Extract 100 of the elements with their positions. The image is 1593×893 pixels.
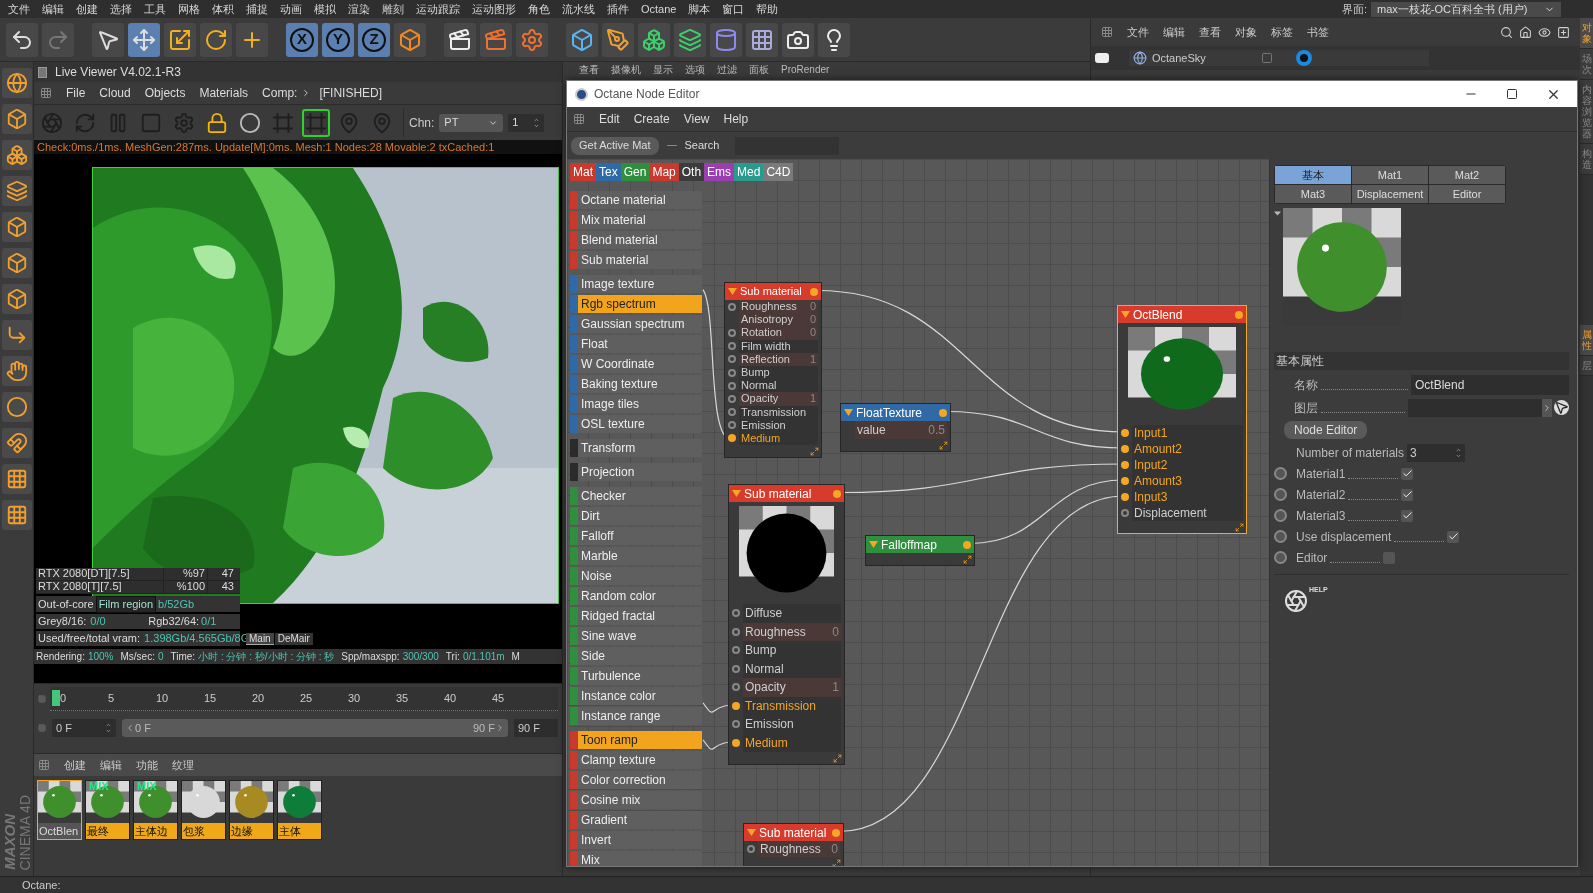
checkbox[interactable] — [1401, 488, 1414, 501]
node-type-item[interactable]: Side — [570, 647, 702, 665]
menu-item[interactable]: Objects — [144, 84, 186, 102]
panel-tab[interactable]: Mat1 — [1352, 166, 1428, 184]
home-icon[interactable] — [1519, 25, 1532, 39]
menu-item[interactable]: 对象 — [1235, 23, 1257, 41]
search-icon[interactable] — [1500, 25, 1513, 39]
menu-item[interactable]: 文件 — [1127, 23, 1149, 41]
output-socket[interactable] — [833, 489, 841, 498]
input-socket[interactable] — [728, 302, 736, 311]
node-type-item[interactable]: Mix material — [570, 211, 702, 229]
toolbar-button[interactable] — [92, 22, 124, 57]
input-socket[interactable] — [732, 720, 740, 729]
input-socket[interactable] — [1121, 477, 1129, 485]
output-socket[interactable] — [1235, 310, 1243, 319]
node-canvas[interactable] — [567, 159, 1269, 866]
tool-button[interactable] — [1, 68, 32, 98]
toolbar-button[interactable] — [602, 22, 634, 57]
menu-item[interactable]: 标签 — [1271, 23, 1293, 41]
panel-tab[interactable]: Mat3 — [1275, 185, 1351, 203]
panel-tab[interactable]: Mat2 — [1429, 166, 1505, 184]
side-tab[interactable]: 场次 — [1580, 49, 1593, 80]
view-tab[interactable]: Main — [246, 633, 274, 645]
category-tab[interactable]: Map — [649, 163, 679, 181]
node-editor-button[interactable]: Node Editor — [1284, 421, 1368, 439]
node-type-item[interactable]: Cosine mix — [570, 791, 702, 809]
toolbar-button[interactable] — [782, 22, 814, 57]
tool-button[interactable] — [1, 140, 32, 170]
visibility-icon[interactable] — [1261, 52, 1273, 64]
node-type-item[interactable]: Clamp texture — [570, 751, 702, 769]
material-thumbnail[interactable]: 边缘 — [229, 780, 274, 840]
input-socket[interactable] — [728, 421, 736, 430]
tool-button[interactable] — [1, 428, 32, 458]
maximize-icon[interactable] — [1506, 88, 1518, 100]
node-header[interactable]: OctBlend — [1118, 306, 1246, 323]
eye-icon[interactable] — [1538, 25, 1551, 39]
menu-item[interactable]: 书签 — [1307, 23, 1329, 41]
menu-item[interactable]: 查看 — [1199, 23, 1221, 41]
resize-icon[interactable] — [939, 441, 948, 450]
output-socket[interactable] — [832, 828, 840, 837]
input-socket[interactable] — [732, 738, 740, 747]
start-frame-field[interactable]: 0 F — [52, 719, 116, 737]
menu-item[interactable]: 创建 — [64, 756, 86, 774]
tool-button[interactable] — [1, 320, 32, 350]
node-type-item[interactable]: Falloff — [570, 527, 702, 545]
input-socket[interactable] — [747, 845, 755, 853]
menu-item[interactable]: 选项 — [685, 65, 705, 75]
node-type-item[interactable]: Dirt — [570, 507, 702, 525]
menu-item[interactable]: 选择 — [104, 0, 138, 18]
node-type-item[interactable]: Instance color — [570, 687, 702, 705]
menu-item[interactable]: 雕刻 — [376, 0, 410, 18]
menu-item[interactable]: 过滤 — [717, 65, 737, 75]
side-tab[interactable]: 层 — [1580, 356, 1593, 376]
node-type-item[interactable]: Toon ramp — [570, 731, 702, 749]
category-tab[interactable]: Oth — [678, 163, 705, 181]
checkbox[interactable] — [1383, 551, 1396, 564]
resize-icon[interactable] — [810, 447, 819, 457]
layer-field[interactable] — [1408, 398, 1542, 417]
menu-item[interactable]: 纹理 — [172, 756, 194, 774]
node-type-item[interactable]: Sub material — [570, 251, 702, 269]
menu-item[interactable]: 动画 — [274, 0, 308, 18]
toolbar-button[interactable] — [236, 22, 268, 57]
menu-item[interactable]: 捕捉 — [240, 0, 274, 18]
get-active-mat-button[interactable]: Get Active Mat — [571, 136, 659, 155]
tool-button[interactable] — [1, 212, 32, 242]
menu-item[interactable]: 模拟 — [308, 0, 342, 18]
menu-item[interactable]: 网格 — [172, 0, 206, 18]
resize-icon[interactable] — [832, 859, 841, 866]
menu-item[interactable]: 体积 — [206, 0, 240, 18]
input-socket[interactable] — [728, 368, 736, 377]
node-type-item[interactable]: Gaussian spectrum — [570, 315, 702, 333]
input-socket[interactable] — [732, 701, 740, 710]
toolbar-button[interactable] — [6, 22, 38, 57]
input-socket[interactable] — [728, 408, 736, 417]
node-card[interactable]: Sub material Roughness 0 Anisotropy 0 Rotation 0 Film width Reflection 1 Bump Normal Opacity 1 Transmission Emission Medium — [724, 282, 822, 459]
timeline-ruler[interactable]: 0 5 10 15 20 25 30 35 40 45 — [50, 687, 558, 711]
node-type-item[interactable]: Projection — [570, 463, 702, 481]
node-type-item[interactable]: W Coordinate — [570, 355, 702, 373]
checkbox[interactable] — [1447, 530, 1460, 543]
tool-button[interactable] — [1, 284, 32, 314]
category-tab[interactable]: Mat — [570, 163, 596, 181]
side-tab[interactable]: 内容浏览器 — [1580, 80, 1593, 144]
node-header[interactable]: FloatTexture — [841, 404, 950, 421]
menu-item[interactable]: 文件 — [2, 0, 36, 18]
pick-icon[interactable] — [1554, 400, 1569, 415]
menu-item[interactable]: Octane — [635, 0, 683, 18]
input-socket[interactable] — [728, 434, 736, 443]
node-type-item[interactable]: Baking texture — [570, 375, 702, 393]
input-socket[interactable] — [1121, 445, 1129, 453]
output-socket[interactable] — [939, 408, 947, 417]
view-tab[interactable]: DeMair — [274, 633, 313, 645]
material-thumbnail[interactable]: OctBlen — [37, 780, 82, 840]
input-socket[interactable] — [1121, 509, 1129, 517]
menu-item[interactable]: 渲染 — [342, 0, 376, 18]
channel-dropdown[interactable]: PT — [439, 113, 504, 132]
node-type-item[interactable]: Blend material — [570, 231, 702, 249]
input-socket[interactable] — [732, 664, 740, 673]
collapse-icon[interactable] — [1274, 210, 1281, 217]
material-thumbnail[interactable]: 主体 — [277, 780, 322, 840]
node-type-item[interactable]: Mix — [570, 851, 702, 866]
